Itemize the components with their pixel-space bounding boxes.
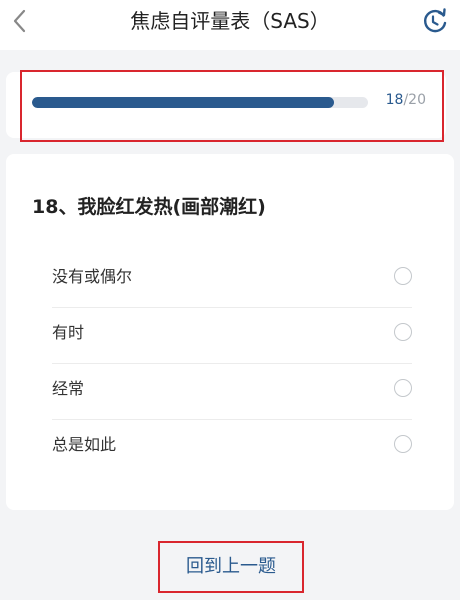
- radio-circle-icon[interactable]: [394, 323, 412, 341]
- radio-circle-icon[interactable]: [394, 435, 412, 453]
- question-text: 18、我脸红发热(画部潮红): [32, 196, 266, 218]
- progress-total: /20: [403, 92, 426, 108]
- progress-card: 18/20: [6, 72, 446, 138]
- option-item[interactable]: 没有或偶尔: [52, 252, 412, 308]
- option-label: 总是如此: [52, 435, 117, 454]
- reset-button[interactable]: [418, 4, 452, 38]
- question-card: 18、我脸红发热(画部潮红) 没有或偶尔 有时 经常 总是如此: [6, 154, 454, 510]
- radio-circle-icon[interactable]: [394, 379, 412, 397]
- options-list: 没有或偶尔 有时 经常 总是如此: [52, 252, 412, 475]
- back-button[interactable]: [4, 4, 38, 38]
- option-item[interactable]: 有时: [52, 308, 412, 364]
- header-bar: 焦虑自评量表（SAS）: [0, 0, 460, 50]
- previous-question-button[interactable]: 回到上一题: [158, 541, 304, 593]
- progress-fill: [32, 97, 335, 108]
- option-label: 经常: [52, 379, 85, 398]
- option-item[interactable]: 总是如此: [52, 420, 412, 475]
- chevron-left-icon: [13, 9, 26, 33]
- radio-circle-icon[interactable]: [394, 267, 412, 285]
- option-label: 没有或偶尔: [52, 267, 133, 286]
- refresh-icon: [424, 8, 447, 33]
- progress-count: 18/20: [386, 92, 426, 108]
- option-label: 有时: [52, 323, 85, 342]
- page-title: 焦虑自评量表（SAS）: [130, 9, 330, 33]
- progress-current: 18: [385, 92, 404, 108]
- progress-bar: [32, 97, 368, 108]
- option-item[interactable]: 经常: [52, 364, 412, 420]
